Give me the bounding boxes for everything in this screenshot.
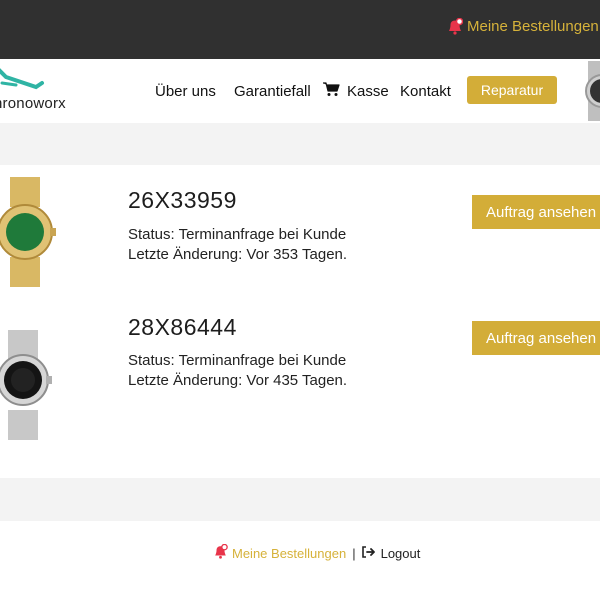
header-watch-image	[584, 61, 600, 121]
view-order-button[interactable]: Auftrag ansehen	[472, 195, 600, 229]
site-header: hronoworx Über uns Garantiefall Kasse Ko…	[0, 59, 600, 123]
view-order-button[interactable]: Auftrag ansehen	[472, 321, 600, 355]
logout-label: Logout	[380, 545, 421, 561]
nav-warranty[interactable]: Garantiefall	[234, 59, 311, 123]
section-band-bottom	[0, 478, 600, 521]
footer-links: Meine Bestellungen | Logout	[213, 543, 421, 562]
nav-about-label: Über uns	[155, 82, 216, 100]
view-order-label: Auftrag ansehen	[486, 329, 597, 347]
order-watch-image	[0, 177, 58, 287]
order-item: 28X86444 Status: Terminanfrage bei Kunde…	[0, 300, 600, 450]
order-last-change: Letzte Änderung: Vor 435 Tagen.	[128, 372, 348, 389]
logo[interactable]: hronoworx	[0, 63, 96, 117]
section-band-top	[0, 123, 600, 165]
footer-orders-label: Meine Bestellungen	[232, 545, 347, 561]
logo-text: hronoworx	[0, 95, 66, 112]
order-item: 26X33959 Status: Terminanfrage bei Kunde…	[0, 165, 600, 315]
order-id: 28X86444	[128, 314, 237, 340]
logout-link[interactable]: Logout	[361, 545, 421, 561]
footer-orders-link[interactable]: Meine Bestellungen	[213, 543, 347, 562]
order-id: 26X33959	[128, 187, 237, 213]
logout-icon	[361, 545, 375, 561]
topbar-orders-link[interactable]: Meine Bestellungen	[447, 17, 599, 35]
footer-separator: |	[352, 545, 356, 561]
order-status: Status: Terminanfrage bei Kunde	[128, 226, 347, 243]
nav-checkout-label: Kasse	[347, 82, 389, 100]
order-status: Status: Terminanfrage bei Kunde	[128, 352, 347, 369]
nav-checkout[interactable]: Kasse	[323, 59, 389, 123]
repair-button[interactable]: Reparatur	[467, 76, 557, 104]
view-order-label: Auftrag ansehen	[486, 203, 597, 221]
order-watch-image	[0, 330, 58, 440]
bell-icon	[213, 543, 228, 562]
repair-button-label: Reparatur	[480, 82, 544, 98]
nav-about[interactable]: Über uns	[155, 59, 216, 123]
nav-contact-label: Kontakt	[400, 82, 451, 100]
topbar-orders-label: Meine Bestellungen	[467, 18, 599, 35]
top-bar: Meine Bestellungen	[0, 0, 600, 59]
bell-icon	[447, 17, 464, 35]
cart-icon	[323, 81, 340, 101]
nav-warranty-label: Garantiefall	[234, 82, 311, 100]
order-last-change: Letzte Änderung: Vor 353 Tagen.	[128, 246, 348, 263]
nav-contact[interactable]: Kontakt	[400, 59, 451, 123]
